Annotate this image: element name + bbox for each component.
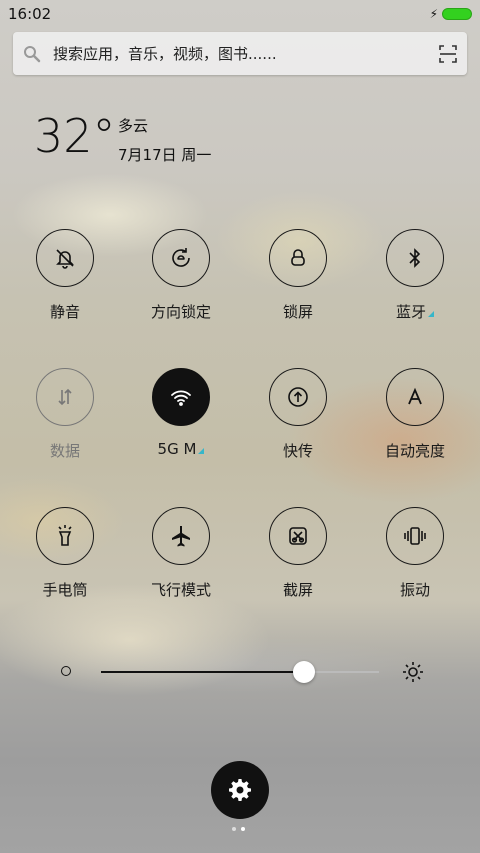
scan-icon[interactable]	[439, 44, 457, 63]
toggle-label: 自动亮度	[384, 442, 445, 460]
toggle-label: 蓝牙	[396, 301, 434, 322]
toggle-label-text: 5G M	[157, 440, 197, 458]
toggle-circle[interactable]	[36, 368, 94, 426]
wifi-icon	[171, 390, 191, 406]
toggle-flashlight[interactable]: 手电筒	[15, 507, 115, 617]
toggle-screenshot[interactable]: 截屏	[248, 507, 348, 617]
slider-fill	[101, 671, 304, 673]
status-bar: 16:02 ⚡	[0, 0, 480, 28]
temperature: 32°	[34, 109, 116, 163]
search-bar[interactable]: 搜索应用，音乐，视频，图书......	[13, 32, 467, 75]
weather-condition: 多云	[118, 117, 149, 135]
toggle-label: 方向锁定	[150, 303, 211, 321]
lock-icon	[291, 249, 305, 266]
toggle-circle[interactable]	[269, 507, 327, 565]
toggle-label: 飞行模式	[150, 581, 211, 599]
status-time: 16:02	[8, 5, 52, 23]
toggle-auto-brightness[interactable]: 自动亮度	[365, 368, 465, 478]
toggle-rotation-lock[interactable]: 方向锁定	[131, 229, 231, 339]
toggle-circle[interactable]	[269, 368, 327, 426]
data-arrows-icon	[58, 388, 72, 406]
airplane-icon	[172, 526, 190, 547]
toggle-label: 5G M	[158, 440, 205, 458]
toggle-circle[interactable]	[152, 229, 210, 287]
bluetooth-icon	[409, 248, 421, 268]
toggle-circle[interactable]	[152, 368, 210, 426]
bell-off-icon	[56, 249, 74, 269]
toggle-silent[interactable]: 静音	[15, 229, 115, 339]
toggle-label: 快传	[282, 442, 313, 460]
weather-info: 多云 7月17日 周一	[118, 115, 211, 165]
transfer-icon	[288, 387, 308, 407]
toggle-label: 手电筒	[42, 581, 88, 599]
toggle-data[interactable]: 数据	[15, 368, 115, 478]
toggle-label: 锁屏	[282, 303, 313, 321]
auto-brightness-icon	[408, 387, 422, 405]
rotation-lock-icon	[172, 248, 190, 267]
toggle-bluetooth[interactable]: 蓝牙	[365, 229, 465, 339]
weather-widget[interactable]: 32°	[34, 108, 116, 164]
toggle-label: 振动	[399, 581, 430, 599]
brightness-high-icon	[403, 662, 423, 682]
expand-indicator-icon	[198, 448, 205, 454]
toggle-circle[interactable]	[386, 507, 444, 565]
toggle-lock-screen[interactable]: 锁屏	[248, 229, 348, 339]
toggle-label: 截屏	[282, 581, 313, 599]
page-dot-active	[241, 827, 245, 831]
page-indicator	[232, 827, 245, 831]
screenshot-icon	[289, 527, 307, 545]
toggle-label: 静音	[49, 303, 80, 321]
slider-thumb[interactable]	[293, 661, 315, 683]
settings-button[interactable]	[211, 761, 269, 819]
toggle-label: 数据	[49, 442, 80, 460]
flashlight-icon	[58, 525, 72, 546]
toggle-wifi[interactable]: 5G M	[131, 368, 231, 478]
toggle-transfer[interactable]: 快传	[248, 368, 348, 478]
toggle-label-text: 蓝牙	[395, 303, 426, 321]
vibrate-icon	[404, 527, 426, 545]
search-icon	[24, 45, 41, 62]
toggle-circle[interactable]	[36, 507, 94, 565]
battery-icon	[442, 8, 472, 20]
toggle-circle[interactable]	[386, 229, 444, 287]
slider-track[interactable]	[101, 661, 379, 683]
gear-icon	[229, 779, 251, 801]
toggle-vibrate[interactable]: 振动	[365, 507, 465, 617]
weather-date: 7月17日 周一	[118, 146, 212, 164]
toggle-airplane[interactable]: 飞行模式	[131, 507, 231, 617]
toggle-circle[interactable]	[36, 229, 94, 287]
brightness-low-icon	[61, 666, 71, 676]
lightning-icon: ⚡	[429, 7, 438, 21]
brightness-slider[interactable]	[56, 658, 430, 686]
toggle-circle[interactable]	[152, 507, 210, 565]
toggle-circle[interactable]	[269, 229, 327, 287]
page-dot	[232, 827, 236, 831]
status-icons: ⚡	[430, 7, 472, 21]
search-placeholder: 搜索应用，音乐，视频，图书......	[53, 45, 277, 63]
expand-indicator-icon	[428, 311, 434, 317]
toggle-circle[interactable]	[386, 368, 444, 426]
